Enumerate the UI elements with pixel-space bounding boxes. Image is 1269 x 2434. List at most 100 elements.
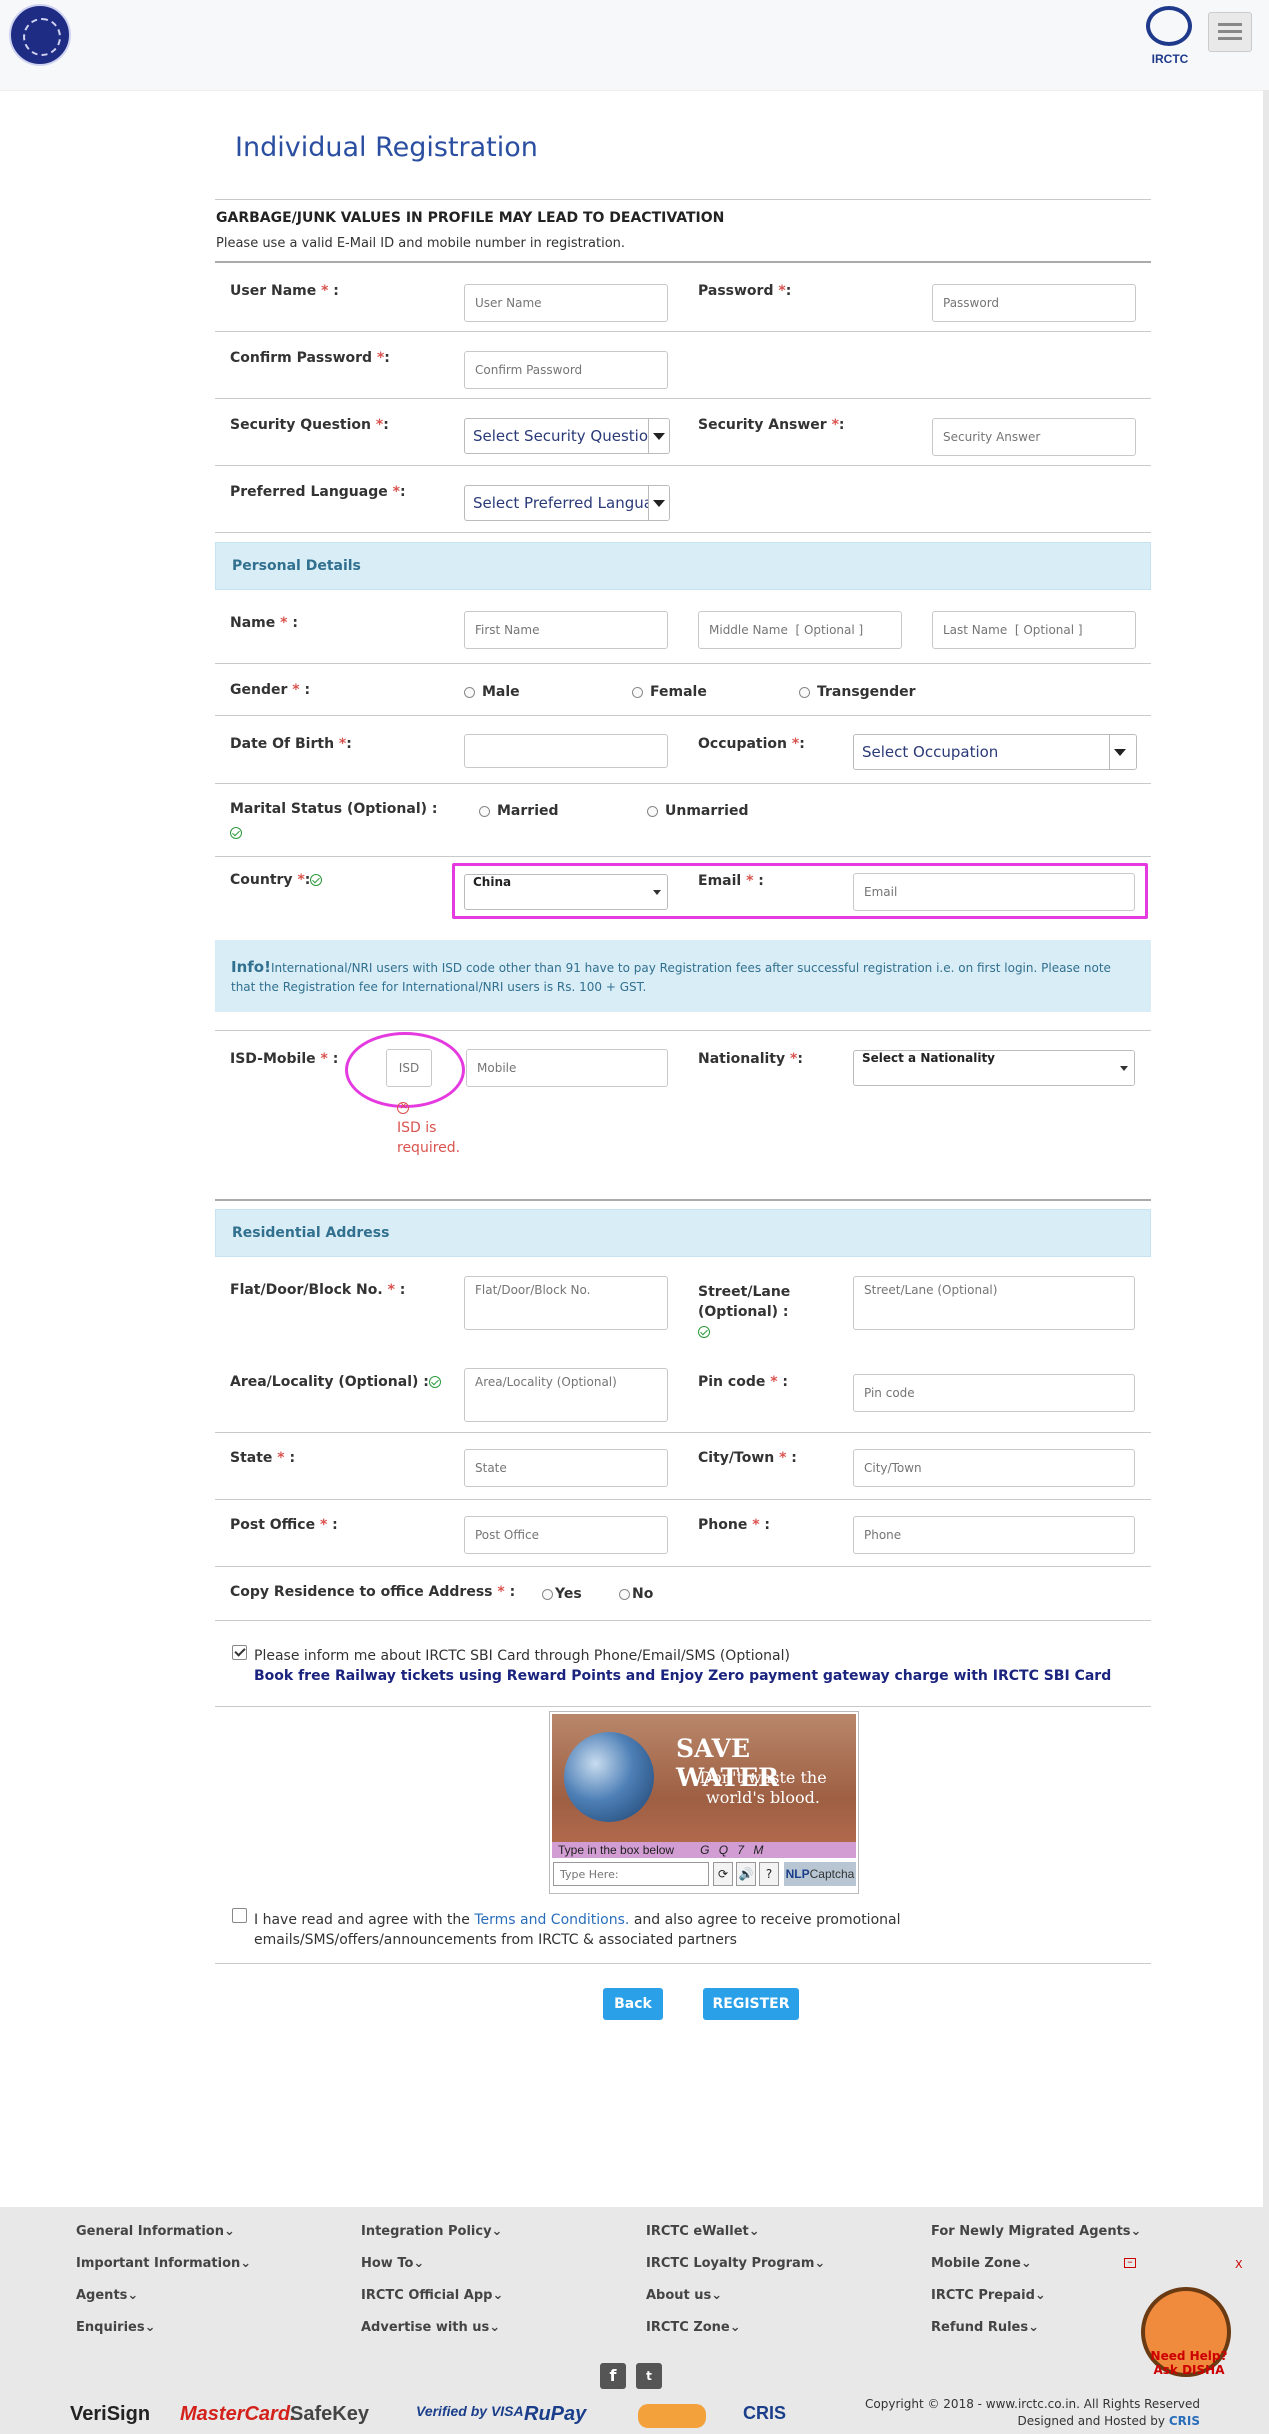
divider bbox=[215, 715, 1151, 716]
footer-link[interactable]: IRCTC eWallet⌄ bbox=[646, 2224, 825, 2256]
twitter-icon[interactable]: t bbox=[636, 2363, 662, 2389]
footer-link[interactable]: IRCTC Prepaid⌄ bbox=[931, 2288, 1141, 2320]
footer-link[interactable]: IRCTC Zone⌄ bbox=[646, 2320, 825, 2352]
divider bbox=[215, 398, 1151, 399]
post-office-label: Post Office * : bbox=[230, 1517, 338, 1533]
mobile-input[interactable] bbox=[466, 1049, 668, 1087]
cris-link[interactable]: CRIS bbox=[1169, 2414, 1200, 2428]
chevron-down-icon bbox=[648, 486, 669, 520]
footer-link[interactable]: Integration Policy⌄ bbox=[361, 2224, 503, 2256]
irctc-logo[interactable]: IRCTC bbox=[1140, 6, 1200, 68]
pin-label: Pin code * : bbox=[698, 1374, 789, 1390]
gender-male-radio[interactable]: Male bbox=[464, 684, 520, 700]
pin-input[interactable] bbox=[853, 1374, 1135, 1412]
close-icon[interactable]: X bbox=[1235, 2258, 1243, 2271]
footer-link[interactable]: Advertise with us⌄ bbox=[361, 2320, 503, 2352]
footer-col-3: IRCTC eWallet⌄ IRCTC Loyalty Program⌄ Ab… bbox=[646, 2224, 825, 2352]
confirm-password-input[interactable] bbox=[464, 351, 668, 389]
city-input[interactable] bbox=[853, 1449, 1135, 1487]
nationality-label: Nationality *: bbox=[698, 1051, 803, 1067]
page-title: Individual Registration bbox=[235, 132, 538, 163]
preferred-language-select[interactable]: Select Preferred Language bbox=[464, 485, 670, 521]
footer-link[interactable]: IRCTC Official App⌄ bbox=[361, 2288, 503, 2320]
phone-input[interactable] bbox=[853, 1516, 1135, 1554]
divider bbox=[215, 1566, 1151, 1567]
footer-link[interactable]: About us⌄ bbox=[646, 2288, 825, 2320]
irctc-tourism-logo bbox=[638, 2404, 706, 2428]
disha-chatbot[interactable]: Need Help? Ask DISHA bbox=[1139, 2267, 1239, 2387]
footer-link[interactable]: Mobile Zone⌄ bbox=[931, 2256, 1141, 2288]
sbi-card-promo: Book free Railway tickets using Reward P… bbox=[254, 1668, 1112, 1684]
footer-link[interactable]: Important Information⌄ bbox=[76, 2256, 251, 2288]
divider bbox=[215, 1963, 1151, 1964]
first-name-input[interactable] bbox=[464, 611, 668, 649]
nlp-captcha-brand: NLPCaptcha bbox=[784, 1862, 856, 1886]
street-input[interactable] bbox=[853, 1276, 1135, 1330]
security-answer-label: Security Answer *: bbox=[698, 417, 845, 433]
area-input[interactable] bbox=[464, 1368, 668, 1422]
dob-label: Date Of Birth *: bbox=[230, 736, 352, 752]
scrollbar[interactable] bbox=[1263, 90, 1269, 2210]
sbi-card-checkbox[interactable] bbox=[232, 1645, 247, 1660]
irctc-logo-text: IRCTC bbox=[1151, 52, 1189, 66]
flat-input[interactable] bbox=[464, 1276, 668, 1330]
copy-no-radio[interactable]: No bbox=[619, 1586, 653, 1602]
deactivation-warning: GARBAGE/JUNK VALUES IN PROFILE MAY LEAD … bbox=[216, 210, 725, 226]
marital-unmarried-radio[interactable]: Unmarried bbox=[647, 803, 749, 819]
divider bbox=[215, 663, 1151, 664]
security-question-value: Select Security Question bbox=[473, 427, 658, 445]
divider bbox=[215, 1499, 1151, 1500]
audio-icon[interactable]: 🔊 bbox=[736, 1862, 756, 1886]
middle-name-input[interactable] bbox=[698, 611, 902, 649]
terms-checkbox[interactable] bbox=[232, 1908, 247, 1923]
password-label: Password *: bbox=[698, 283, 792, 299]
gender-transgender-radio[interactable]: Transgender bbox=[799, 684, 916, 700]
username-input[interactable] bbox=[464, 284, 668, 322]
captcha-input[interactable] bbox=[553, 1862, 709, 1886]
minimize-icon[interactable]: – bbox=[1124, 2256, 1136, 2268]
safekey-logo: SafeKey bbox=[290, 2403, 369, 2425]
security-question-select[interactable]: Select Security Question bbox=[464, 418, 670, 454]
occupation-label: Occupation *: bbox=[698, 736, 805, 752]
footer-link[interactable]: IRCTC Loyalty Program⌄ bbox=[646, 2256, 825, 2288]
globe-icon bbox=[564, 1732, 654, 1822]
footer-link[interactable]: How To⌄ bbox=[361, 2256, 503, 2288]
footer-col-1: General Information⌄ Important Informati… bbox=[76, 2224, 251, 2352]
copy-address-label: Copy Residence to office Address * : bbox=[230, 1584, 516, 1600]
last-name-input[interactable] bbox=[932, 611, 1136, 649]
valid-check-icon bbox=[310, 874, 323, 886]
hamburger-menu-icon[interactable] bbox=[1208, 12, 1252, 52]
help-icon[interactable]: ? bbox=[759, 1862, 779, 1886]
footer-link[interactable]: General Information⌄ bbox=[76, 2224, 251, 2256]
valid-check-icon bbox=[428, 1376, 441, 1388]
footer-link[interactable]: Agents⌄ bbox=[76, 2288, 251, 2320]
occupation-select[interactable]: Select Occupation bbox=[853, 734, 1137, 770]
phone-label: Phone * : bbox=[698, 1517, 770, 1533]
security-answer-input[interactable] bbox=[932, 418, 1136, 456]
refresh-icon[interactable]: ⟳ bbox=[713, 1862, 733, 1886]
chevron-down-icon bbox=[648, 419, 669, 453]
state-input[interactable] bbox=[464, 1449, 668, 1487]
terms-link[interactable]: Terms and Conditions. bbox=[474, 1912, 629, 1928]
dob-input[interactable] bbox=[464, 734, 668, 768]
gender-female-radio[interactable]: Female bbox=[632, 684, 707, 700]
footer-link[interactable]: Enquiries⌄ bbox=[76, 2320, 251, 2352]
footer-link[interactable]: For Newly Migrated Agents⌄ bbox=[931, 2224, 1141, 2256]
nationality-select[interactable]: Select a Nationality bbox=[853, 1050, 1135, 1086]
divider bbox=[215, 465, 1151, 466]
isd-mobile-label: ISD-Mobile * : bbox=[230, 1051, 339, 1067]
facebook-icon[interactable]: f bbox=[600, 2363, 626, 2389]
country-label: Country *: bbox=[230, 872, 323, 888]
marital-married-radio[interactable]: Married bbox=[479, 803, 559, 819]
back-button[interactable]: Back bbox=[603, 1988, 663, 2020]
divider bbox=[215, 261, 1151, 263]
indian-railways-logo[interactable] bbox=[9, 4, 71, 66]
footer-link[interactable]: Refund Rules⌄ bbox=[931, 2320, 1141, 2352]
chevron-down-icon bbox=[1109, 735, 1136, 769]
post-office-input[interactable] bbox=[464, 1516, 668, 1554]
copy-yes-radio[interactable]: Yes bbox=[542, 1586, 582, 1602]
password-input[interactable] bbox=[932, 284, 1136, 322]
register-button[interactable]: REGISTER bbox=[703, 1988, 799, 2020]
state-label: State * : bbox=[230, 1450, 296, 1466]
highlight-box bbox=[452, 863, 1148, 919]
